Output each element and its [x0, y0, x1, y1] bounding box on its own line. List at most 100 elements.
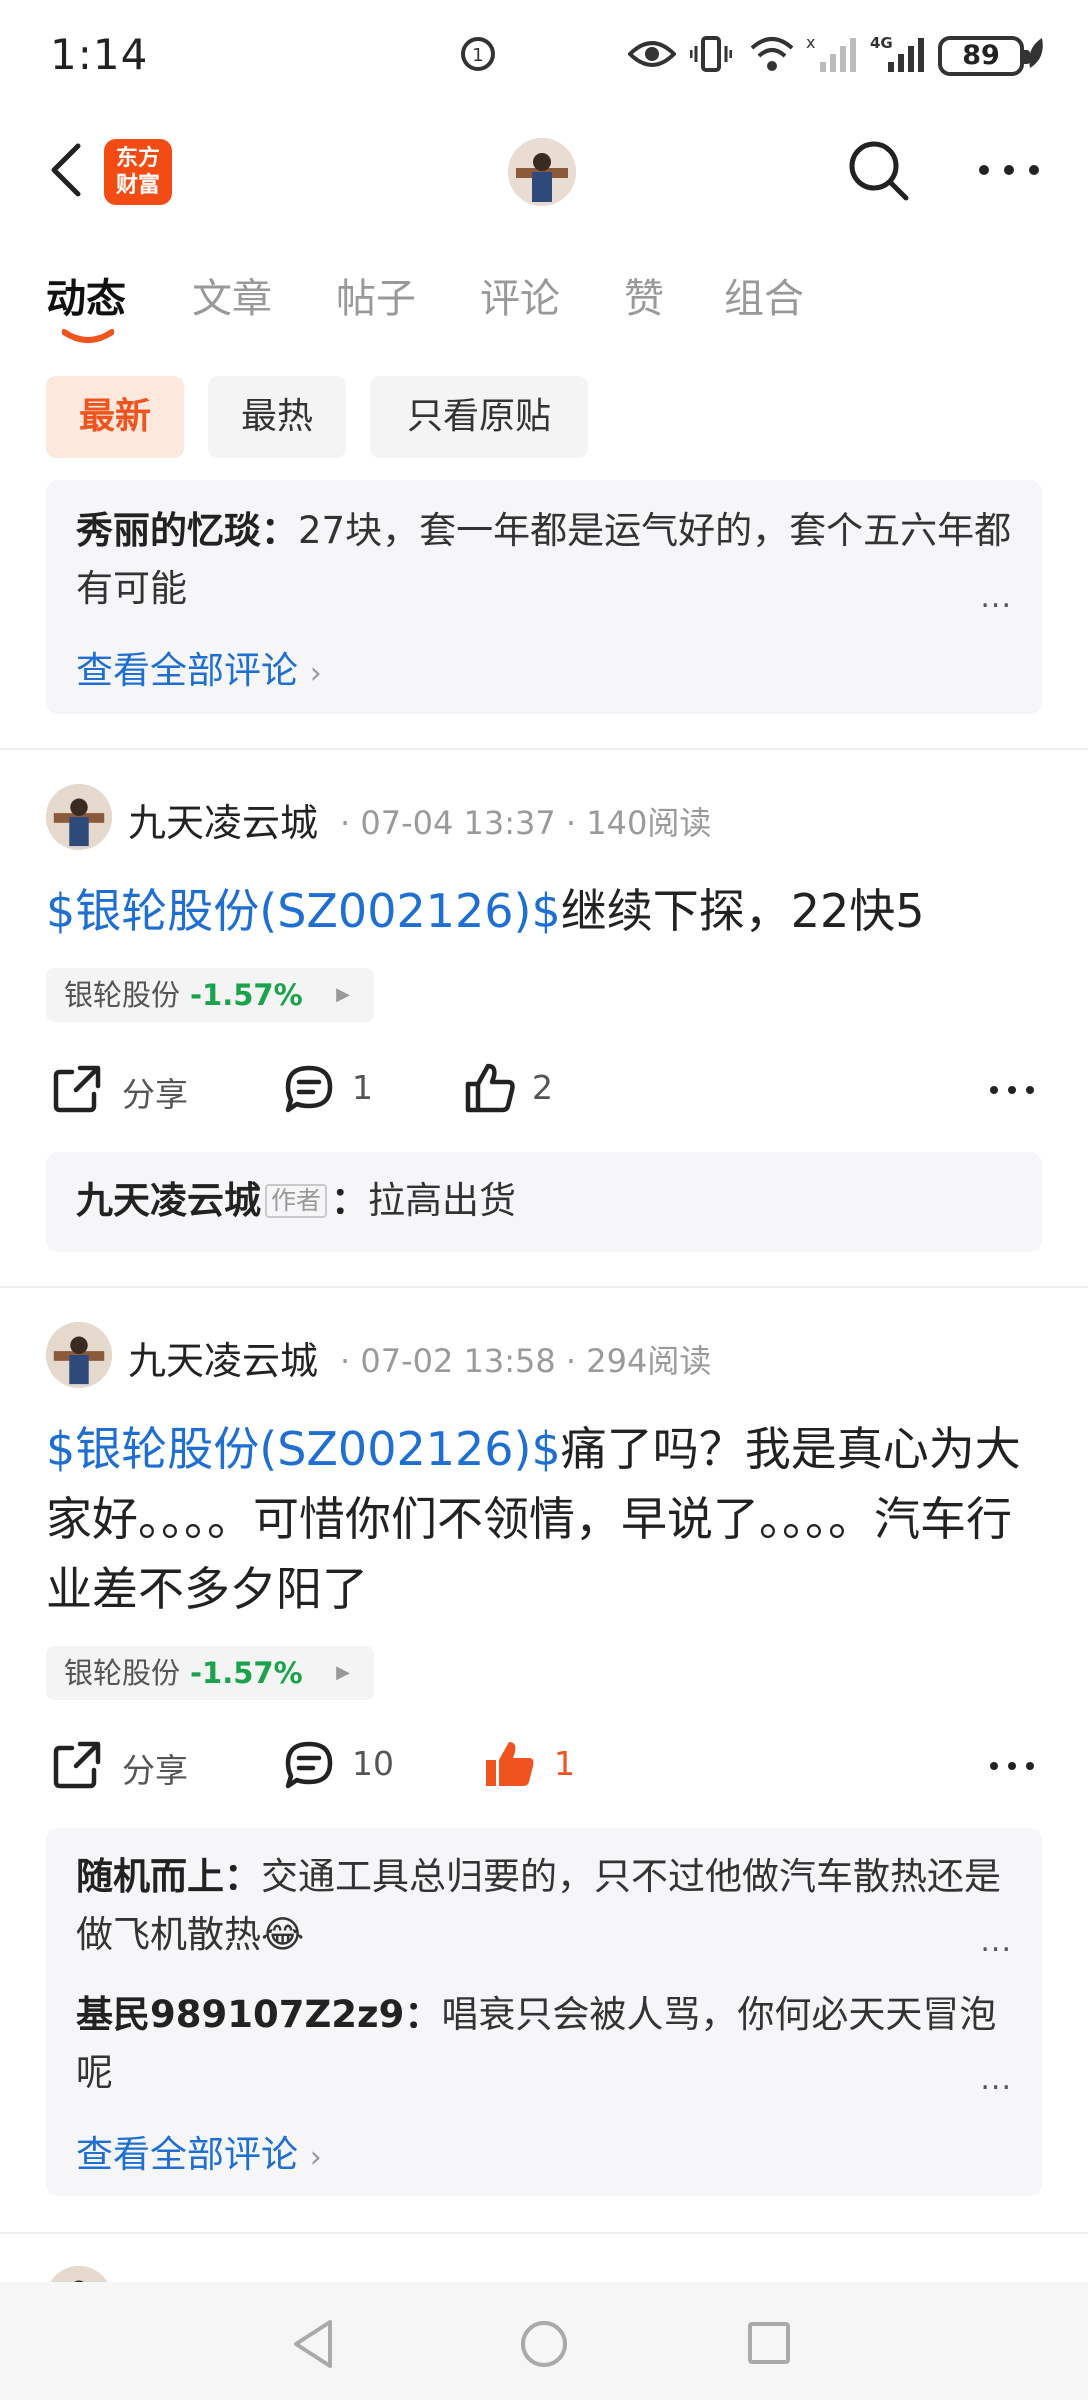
nav-recents-icon[interactable] [746, 2320, 792, 2366]
avatar-image [508, 138, 576, 206]
see-all-comments-link[interactable]: 查看全部评论 › [76, 640, 322, 694]
comment-user[interactable]: 基民989107Z2z9 [76, 1993, 404, 2036]
like-icon[interactable] [462, 1060, 518, 1116]
post-avatar[interactable] [46, 784, 112, 850]
see-all-label: 查看全部评论 [76, 649, 298, 692]
share-label[interactable]: 分享 [122, 1744, 188, 1792]
like-filled-icon[interactable] [482, 1736, 538, 1792]
chevron-right-icon: › [309, 2140, 322, 2175]
triangle-right-icon: ▶ [336, 1662, 350, 1683]
stock-name: 银轮股份 [64, 1656, 181, 1690]
nav-back-icon[interactable] [290, 2318, 336, 2370]
tab-dynamic[interactable]: 动态 [46, 266, 126, 324]
divider [0, 2232, 1088, 2234]
post-more-icon[interactable] [988, 1076, 1036, 1104]
comment-separator: ： [224, 1855, 261, 1898]
stock-quote-chip[interactable]: 银轮股份 -1.57% ▶ [46, 968, 374, 1022]
post-meta: · 07-02 13:58 · 294阅读 [340, 1342, 712, 1380]
tab-portfolio[interactable]: 组合 [724, 266, 804, 324]
post-reads: 140阅读 [586, 804, 712, 842]
reply-user[interactable]: 九天凌云城 [76, 1179, 261, 1222]
comment-item[interactable]: 随机而上：交通工具总归要的，只不过他做汽车散热还是做飞机散热😂 [76, 1848, 1016, 1964]
see-all-comments-link[interactable]: 查看全部评论 › [76, 2124, 322, 2178]
share-icon[interactable] [50, 1062, 104, 1116]
see-all-label: 查看全部评论 [76, 2133, 298, 2176]
comment-count[interactable]: 10 [352, 1744, 394, 1783]
post-text: 继续下探，22快5 [560, 884, 925, 938]
eye-icon [628, 41, 676, 67]
leaf-icon [1029, 38, 1043, 68]
tab-posts[interactable]: 帖子 [336, 266, 416, 324]
tab-active-indicator [62, 329, 114, 343]
comment-item[interactable]: 秀丽的忆琰：27块，套一年都是运气好的，套个五六年都有可能 [76, 502, 1016, 618]
signal-weak-icon: x [806, 34, 856, 72]
comment-separator: ： [261, 509, 298, 552]
avatar-image [46, 784, 112, 850]
status-time: 1:14 [50, 30, 149, 79]
comment-icon[interactable] [282, 1062, 336, 1116]
svg-text:4G: 4G [870, 34, 893, 52]
comment-expand-ellipsis[interactable]: ... [980, 1924, 1012, 1959]
comment-user[interactable]: 秀丽的忆琰 [76, 509, 261, 552]
stock-change: -1.57% [190, 1656, 303, 1690]
comment-icon[interactable] [282, 1738, 336, 1792]
svg-text:x: x [806, 34, 815, 52]
divider [0, 1286, 1088, 1288]
signal-4g-icon: 4G [870, 34, 924, 72]
like-count[interactable]: 2 [532, 1068, 553, 1107]
post-username[interactable]: 九天凌云城 [128, 792, 318, 847]
app-logo-text: 东方 财富 [115, 146, 160, 198]
reply-text: 拉高出货 [368, 1179, 517, 1222]
post-content[interactable]: $银轮股份(SZ002126)$继续下探，22快5 [46, 876, 1046, 946]
user-avatar[interactable] [508, 138, 576, 206]
stock-quote-chip[interactable]: 银轮股份 -1.57% ▶ [46, 1646, 374, 1700]
svg-text:1: 1 [472, 45, 483, 66]
tab-articles[interactable]: 文章 [192, 266, 272, 324]
author-reply[interactable]: 九天凌云城 作者 ：拉高出货 [76, 1172, 1016, 1230]
post-meta: · 07-04 13:37 · 140阅读 [340, 804, 712, 842]
comment-preview-box: 随机而上：交通工具总归要的，只不过他做汽车散热还是做飞机散热😂 ... 基民98… [46, 1828, 1042, 2196]
tab-likes[interactable]: 赞 [624, 266, 664, 324]
post-username[interactable]: 九天凌云城 [128, 1330, 318, 1385]
stock-link[interactable]: $银轮股份(SZ002126)$ [46, 1422, 561, 1476]
filter-latest[interactable]: 最新 [46, 376, 184, 458]
stock-change: -1.57% [190, 978, 303, 1012]
tab-comments[interactable]: 评论 [480, 266, 560, 324]
author-reply-box: 九天凌云城 作者 ：拉高出货 [46, 1152, 1042, 1252]
more-icon[interactable] [974, 150, 1044, 190]
post-more-icon[interactable] [988, 1752, 1036, 1780]
data-saver-icon: 1 [461, 37, 495, 71]
status-bar: 1:14 1 x 4G 89 [0, 0, 1088, 112]
wifi-icon [750, 37, 794, 71]
comment-expand-ellipsis[interactable]: ... [980, 580, 1012, 615]
battery-indicator: 89 [938, 36, 1030, 76]
nav-home-icon[interactable] [518, 2318, 570, 2370]
filter-hottest[interactable]: 最热 [208, 376, 346, 458]
search-icon[interactable] [846, 138, 912, 204]
avatar-image [46, 1322, 112, 1388]
post-reads: 294阅读 [586, 1342, 712, 1380]
comment-user[interactable]: 随机而上 [76, 1855, 224, 1898]
post-date: 07-04 13:37 [360, 804, 556, 842]
comment-separator: ： [404, 1993, 442, 2036]
stock-link[interactable]: $银轮股份(SZ002126)$ [46, 884, 561, 938]
share-label[interactable]: 分享 [122, 1068, 188, 1116]
comment-count[interactable]: 1 [352, 1068, 373, 1107]
triangle-right-icon: ▶ [336, 984, 350, 1005]
filter-original-only[interactable]: 只看原贴 [370, 376, 588, 458]
divider [0, 748, 1088, 750]
comment-item[interactable]: 基民989107Z2z9：唱衰只会被人骂，你何必天天冒泡呢 [76, 1986, 1016, 2102]
app-logo[interactable]: 东方 财富 [104, 139, 172, 205]
share-icon[interactable] [50, 1738, 104, 1792]
vibrate-icon [690, 36, 732, 72]
like-count[interactable]: 1 [554, 1744, 575, 1783]
back-arrow-icon[interactable] [40, 140, 100, 200]
chevron-right-icon: › [309, 656, 322, 691]
stock-name: 银轮股份 [64, 978, 181, 1012]
reply-separator: ： [331, 1179, 369, 1222]
comment-expand-ellipsis[interactable]: ... [980, 2062, 1012, 2097]
system-nav-bar [0, 2282, 1088, 2400]
author-badge: 作者 [265, 1184, 328, 1218]
post-avatar[interactable] [46, 1322, 112, 1388]
post-content[interactable]: $银轮股份(SZ002126)$痛了吗？我是真心为大家好。。。。可惜你们不领情，… [46, 1414, 1026, 1624]
